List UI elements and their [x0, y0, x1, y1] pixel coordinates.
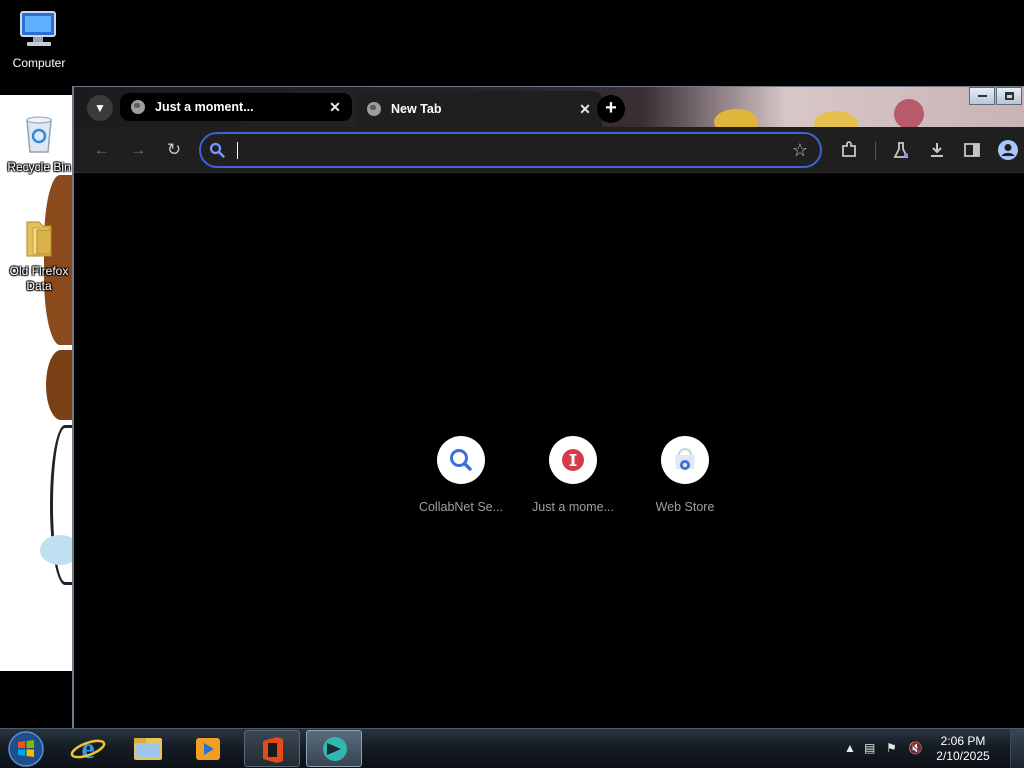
window-controls: [968, 87, 1022, 105]
internet-explorer-icon: e: [70, 732, 106, 765]
desktop-icon-old-firefox-data[interactable]: Old Firefox Data: [1, 216, 77, 294]
system-tray: ▲ ▤ ⚑ 🔇 2:06 PM 2/10/2025: [834, 729, 1024, 768]
clock-date: 2/10/2025: [936, 749, 990, 763]
close-icon[interactable]: ✕: [577, 101, 593, 117]
clock-time: 2:06 PM: [940, 734, 986, 748]
minimize-button[interactable]: [969, 87, 995, 105]
back-button[interactable]: ←: [90, 138, 114, 162]
clock[interactable]: 2:06 PM 2/10/2025: [928, 734, 998, 764]
puzzle-icon: [842, 141, 856, 157]
desktop-icon-recycle-bin[interactable]: Recycle Bin: [1, 112, 77, 175]
shortcut-tile: [549, 436, 597, 484]
tab-strip: ▼ Just a moment... ✕ New Tab ✕ +: [74, 87, 1024, 137]
extensions-button[interactable]: [837, 138, 861, 162]
browser-window: ▼ Just a moment... ✕ New Tab ✕ + ← → ↻ ☆…: [72, 86, 1024, 731]
tab-search-button[interactable]: ▼: [87, 95, 113, 121]
browser-toolbar: ← → ↻ ☆: [74, 127, 1024, 173]
tab-new-tab[interactable]: New Tab ✕: [356, 91, 602, 127]
shortcut-label: Web Store: [655, 500, 715, 514]
globe-icon: [131, 100, 145, 114]
globe-icon: [367, 102, 381, 116]
folder-icon: [134, 738, 162, 760]
network-icon[interactable]: ▤: [864, 741, 875, 755]
media-player-icon: [196, 738, 220, 760]
desktop-icon-label: Old Firefox Data: [9, 264, 69, 293]
windows-logo-icon: [8, 731, 44, 767]
taskbar-windows-explorer[interactable]: [120, 730, 176, 767]
chromium-icon: [323, 737, 347, 761]
start-button[interactable]: [6, 730, 46, 768]
text-caret: [237, 142, 238, 159]
search-icon: [209, 142, 225, 158]
web-store-icon: [675, 448, 695, 470]
shortcut-collabnet[interactable]: CollabNet Se...: [405, 436, 517, 514]
side-panel-button[interactable]: [960, 138, 984, 162]
desktop: Computer Recycle Bin Old Firefox Data ▼ …: [0, 0, 1024, 768]
desktop-icon-label: Computer: [12, 56, 66, 70]
shortcut-web-store[interactable]: Web Store: [629, 436, 741, 514]
show-desktop-button[interactable]: [1010, 729, 1024, 768]
desktop-icon-label: Recycle Bin: [7, 160, 71, 174]
folder-icon: [17, 216, 61, 260]
side-panel-icon: [964, 143, 980, 157]
desktop-icon-computer[interactable]: Computer: [1, 8, 77, 71]
taskbar-chromium[interactable]: [306, 730, 362, 767]
volume-muted-icon[interactable]: 🔇: [908, 741, 923, 755]
address-bar[interactable]: ☆: [199, 132, 822, 168]
taskbar-media-player[interactable]: [180, 730, 236, 767]
tab-title: New Tab: [391, 102, 442, 116]
new-tab-button[interactable]: +: [597, 95, 625, 123]
search-icon: [450, 449, 472, 471]
maximize-button[interactable]: [996, 87, 1022, 105]
labs-button[interactable]: [889, 138, 913, 162]
downloads-button[interactable]: [925, 138, 949, 162]
shortcut-just-a-moment[interactable]: Just a mome...: [517, 436, 629, 514]
new-tab-page: CollabNet Se... Just a mome... Web Store: [74, 174, 1024, 731]
wallpaper: [0, 95, 76, 671]
taskbar: e ▲ ▤ ⚑ 🔇 2:06 PM 2/10/2025: [0, 728, 1024, 768]
forward-button[interactable]: →: [126, 138, 150, 162]
profile-button[interactable]: [996, 138, 1020, 162]
shortcut-tile: [437, 436, 485, 484]
shortcut-tile: [661, 436, 709, 484]
taskbar-internet-explorer[interactable]: e: [60, 730, 116, 767]
toolbar-divider: [875, 142, 876, 160]
show-hidden-icons-icon[interactable]: ▲: [844, 741, 856, 755]
computer-icon: [17, 8, 61, 52]
shortcut-label: Just a mome...: [532, 500, 614, 514]
flask-icon: [893, 142, 909, 158]
svg-text:e: e: [81, 732, 94, 765]
chevron-down-icon: ▼: [94, 101, 106, 115]
action-center-flag-icon[interactable]: ⚑: [886, 741, 897, 755]
address-input[interactable]: [239, 139, 759, 161]
reload-button[interactable]: ↻: [162, 138, 186, 162]
avatar-icon: [998, 140, 1018, 160]
tab-just-a-moment[interactable]: Just a moment... ✕: [120, 93, 352, 121]
taskbar-office[interactable]: [244, 730, 300, 767]
recycle-bin-icon: [17, 112, 61, 156]
office-icon: [263, 737, 283, 763]
red-i-icon: [562, 449, 584, 471]
tab-title: Just a moment...: [155, 100, 254, 114]
shortcut-label: CollabNet Se...: [418, 500, 504, 514]
download-icon: [931, 143, 943, 157]
close-icon[interactable]: ✕: [327, 99, 343, 115]
bookmark-star-icon[interactable]: ☆: [792, 140, 808, 160]
